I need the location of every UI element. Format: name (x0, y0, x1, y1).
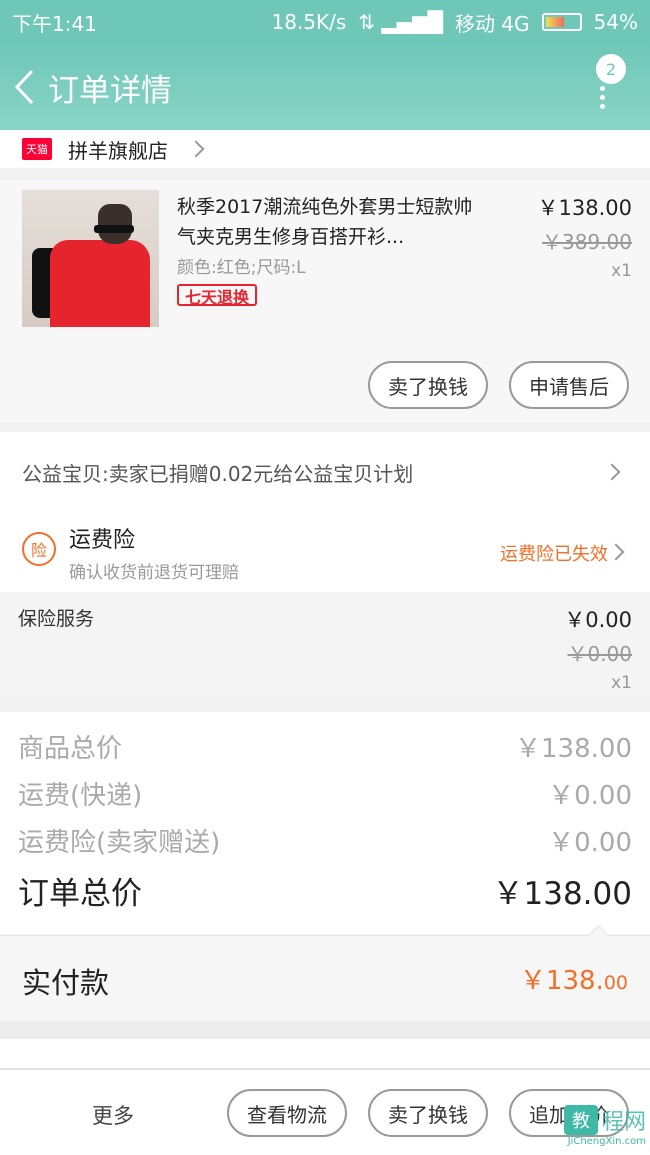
site-watermark: 教 程网 JiChengXin.com (563, 1104, 646, 1147)
status-bar: 下午1:41 18.5K/s ⇅ ▂▄▆█ 移动 4G 54% (0, 0, 650, 44)
carrier: 移动 4G (454, 11, 530, 36)
page-title: 订单详情 (48, 72, 172, 109)
net-speed: 18.5K/s (271, 10, 347, 34)
signal-icon: ⇅ ▂▄▆█ (358, 10, 443, 34)
watermark-text: 程网 (601, 1110, 646, 1135)
service-label: 保险服务 (18, 608, 95, 630)
battery-percent: 54% (593, 10, 638, 34)
product-image[interactable] (22, 190, 159, 327)
service-original-price: ￥0.00 (567, 642, 632, 666)
goods-total-label: 商品总价 (18, 734, 123, 764)
product-card[interactable]: 秋季2017潮流纯色外套男士短款帅气夹克男生修身百搭开衫... 颜色:红色;尺码… (0, 180, 650, 423)
order-total-row: 订单总价 ￥138.00 (18, 868, 632, 913)
shipping-fee-label: 运费(快递) (18, 781, 143, 811)
nav-bar: 订单详情 2 (0, 44, 650, 130)
charity-row[interactable]: 公益宝贝:卖家已捐赠0.02元给公益宝贝计划 (0, 432, 650, 512)
shipping-fee-row: 运费(快递) ￥0.00 (18, 775, 632, 812)
partial-section (0, 1039, 650, 1069)
sell-button[interactable]: 卖了换钱 (368, 361, 488, 409)
return-policy-tag: 七天退换 (177, 284, 258, 306)
shipping-insurance-row[interactable]: 险 运费险 确认收货前退货可理赔 运费险已失效 (0, 512, 650, 592)
amount-paid-row: 实付款 ￥138.00 (0, 935, 650, 1021)
chevron-right-icon (607, 543, 625, 561)
service-price-block: ￥0.00 ￥0.00 x1 (564, 604, 632, 693)
shipping-fee-value: ￥0.00 (548, 781, 632, 811)
insurance-icon: 险 (22, 532, 56, 566)
chevron-right-icon (603, 463, 621, 481)
chevron-right-icon (187, 140, 205, 158)
insurance-subtitle: 确认收货前退货可理赔 (69, 563, 239, 583)
store-row[interactable]: 天猫 拼羊旗舰店 (0, 130, 650, 168)
aftersale-button[interactable]: 申请售后 (509, 361, 629, 409)
product-quantity: x1 (611, 261, 632, 281)
product-title: 秋季2017潮流纯色外套男士短款帅气夹克男生修身百搭开衫... (177, 196, 473, 248)
tmall-icon: 天猫 (22, 138, 52, 160)
goods-total-value: ￥138.00 (515, 734, 632, 764)
charity-text: 公益宝贝:卖家已捐赠0.02元给公益宝贝计划 (22, 461, 414, 486)
order-total-value: ￥138.00 (492, 876, 632, 912)
amount-paid-value: ￥138.00 (519, 966, 628, 996)
bottom-action-bar: 更多 查看物流 卖了换钱 追加评价 教 程网 JiChengXin.com (0, 1069, 650, 1155)
product-original-price: ￥389.00 (542, 230, 632, 254)
order-total-label: 订单总价 (18, 876, 142, 912)
status-right: 18.5K/s ⇅ ▂▄▆█ 移动 4G 54% (272, 8, 639, 37)
price-summary: 商品总价 ￥138.00 运费(快递) ￥0.00 运费险(卖家赠送) ￥0.0… (0, 712, 650, 934)
insurance-fee-label: 运费险(卖家赠送) (18, 828, 221, 858)
insurance-service-row: 保险服务 ￥0.00 ￥0.00 x1 (0, 592, 650, 700)
sell-button-bottom[interactable]: 卖了换钱 (368, 1089, 488, 1137)
insurance-fee-value: ￥0.00 (548, 828, 632, 858)
notification-badge: 2 (596, 54, 626, 84)
amount-paid-label: 实付款 (22, 966, 110, 1000)
watermark-url: JiChengXin.com (567, 1136, 646, 1147)
back-arrow-icon[interactable] (12, 67, 40, 107)
more-button[interactable]: 更多 (92, 1100, 134, 1130)
battery-icon (541, 13, 582, 31)
vertical-dots-icon (600, 86, 606, 113)
view-logistics-button[interactable]: 查看物流 (227, 1089, 347, 1137)
service-quantity: x1 (611, 673, 632, 693)
insurance-status: 运费险已失效 (500, 544, 608, 565)
watermark-logo-icon: 教 (563, 1105, 598, 1135)
insurance-title: 运费险 (69, 528, 136, 553)
store-name: 拼羊旗舰店 (68, 138, 168, 163)
service-price: ￥0.00 (564, 608, 632, 632)
more-menu-button[interactable]: 2 (586, 54, 626, 114)
product-spec: 颜色:红色;尺码:L (177, 258, 306, 278)
product-price: ￥138.00 (537, 196, 632, 220)
insurance-fee-row: 运费险(卖家赠送) ￥0.00 (18, 822, 632, 859)
section-divider (0, 1021, 650, 1039)
status-time: 下午1:41 (12, 11, 97, 36)
product-price-block: ￥138.00 ￥389.00 x1 (538, 192, 632, 281)
goods-total-row: 商品总价 ￥138.00 (18, 728, 632, 765)
